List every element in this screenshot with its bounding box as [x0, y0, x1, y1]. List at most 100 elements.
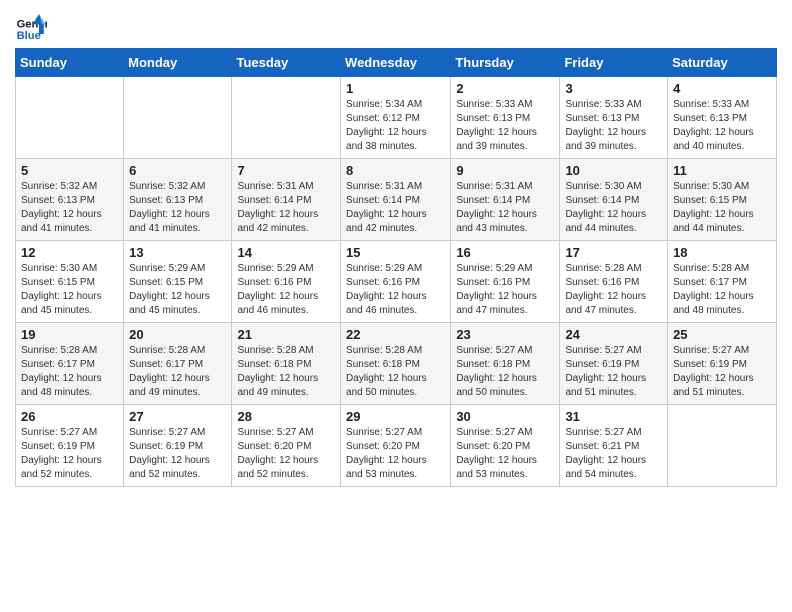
- day-info: Sunrise: 5:30 AM Sunset: 6:15 PM Dayligh…: [673, 180, 771, 236]
- weekday-header-sunday: Sunday: [16, 49, 124, 77]
- calendar-cell: 30Sunrise: 5:27 AM Sunset: 6:20 PM Dayli…: [451, 405, 560, 487]
- calendar-cell: 12Sunrise: 5:30 AM Sunset: 6:15 PM Dayli…: [16, 241, 124, 323]
- day-info: Sunrise: 5:32 AM Sunset: 6:13 PM Dayligh…: [21, 180, 118, 236]
- calendar-cell: [124, 77, 232, 159]
- day-number: 31: [565, 409, 662, 424]
- calendar-week-3: 12Sunrise: 5:30 AM Sunset: 6:15 PM Dayli…: [16, 241, 777, 323]
- day-number: 29: [346, 409, 445, 424]
- day-number: 8: [346, 163, 445, 178]
- calendar-cell: 29 Sunrise: 5:27 AM Sunset: 6:20 PM Dayli…: [341, 405, 451, 487]
- day-info: Sunrise: 5:33 AM Sunset: 6:13 PM Dayligh…: [673, 98, 771, 154]
- day-number: 17: [565, 245, 662, 260]
- day-number: 21: [237, 327, 335, 342]
- weekday-header-wednesday: Wednesday: [341, 49, 451, 77]
- day-info: Sunrise: 5:29 AM Sunset: 6:15 PM Dayligh…: [129, 262, 226, 318]
- day-info: Sunrise: 5:27 AM Sunset: 6:21 PM Dayligh…: [565, 426, 662, 482]
- day-number: 22: [346, 327, 445, 342]
- calendar-cell: 2Sunrise: 5:33 AM Sunset: 6:13 PM Daylig…: [451, 77, 560, 159]
- day-number: 3: [565, 81, 662, 96]
- svg-text:Blue: Blue: [17, 30, 41, 42]
- logo: General Blue: [15, 10, 47, 42]
- day-info: Sunrise: 5:28 AM Sunset: 6:18 PM Dayligh…: [237, 344, 335, 400]
- day-info: Sunrise: 5:31 AM Sunset: 6:14 PM Dayligh…: [456, 180, 554, 236]
- day-info: Sunrise: 5:27 AM Sunset: 6:19 PM Dayligh…: [565, 344, 662, 400]
- calendar-week-4: 19 Sunrise: 5:28 AM Sunset: 6:17 PM Dayli…: [16, 323, 777, 405]
- day-number: 9: [456, 163, 554, 178]
- day-number: 14: [237, 245, 335, 260]
- calendar-cell: 15 Sunrise: 5:29 AM Sunset: 6:16 PM Dayli…: [341, 241, 451, 323]
- calendar-cell: 11Sunrise: 5:30 AM Sunset: 6:15 PM Dayli…: [668, 159, 777, 241]
- calendar-cell: [232, 77, 341, 159]
- day-info: Sunrise: 5:28 AM Sunset: 6:17 PM Dayligh…: [129, 344, 226, 400]
- logo-icon: General Blue: [15, 10, 47, 42]
- calendar-cell: 28 Sunrise: 5:27 AM Sunset: 6:20 PM Dayli…: [232, 405, 341, 487]
- day-number: 5: [21, 163, 118, 178]
- calendar-cell: 17 Sunrise: 5:28 AM Sunset: 6:16 PM Dayli…: [560, 241, 668, 323]
- calendar-cell: 4Sunrise: 5:33 AM Sunset: 6:13 PM Daylig…: [668, 77, 777, 159]
- calendar-cell: 26Sunrise: 5:27 AM Sunset: 6:19 PM Dayli…: [16, 405, 124, 487]
- day-number: 19: [21, 327, 118, 342]
- calendar-cell: [16, 77, 124, 159]
- day-number: 20: [129, 327, 226, 342]
- weekday-header-tuesday: Tuesday: [232, 49, 341, 77]
- calendar-cell: [668, 405, 777, 487]
- calendar-cell: 20 Sunrise: 5:28 AM Sunset: 6:17 PM Dayli…: [124, 323, 232, 405]
- weekday-header-saturday: Saturday: [668, 49, 777, 77]
- calendar-cell: 1Sunrise: 5:34 AM Sunset: 6:12 PM Daylig…: [341, 77, 451, 159]
- day-number: 1: [346, 81, 445, 96]
- day-info: Sunrise: 5:31 AM Sunset: 6:14 PM Dayligh…: [346, 180, 445, 236]
- day-info: Sunrise: 5:27 AM Sunset: 6:20 PM Dayligh…: [346, 426, 445, 482]
- calendar-cell: 27Sunrise: 5:27 AM Sunset: 6:19 PM Dayli…: [124, 405, 232, 487]
- day-info: Sunrise: 5:28 AM Sunset: 6:18 PM Dayligh…: [346, 344, 445, 400]
- day-info: Sunrise: 5:28 AM Sunset: 6:17 PM Dayligh…: [21, 344, 118, 400]
- calendar-cell: 18 Sunrise: 5:28 AM Sunset: 6:17 PM Dayli…: [668, 241, 777, 323]
- day-info: Sunrise: 5:28 AM Sunset: 6:17 PM Dayligh…: [673, 262, 771, 318]
- calendar-cell: 23Sunrise: 5:27 AM Sunset: 6:18 PM Dayli…: [451, 323, 560, 405]
- day-info: Sunrise: 5:29 AM Sunset: 6:16 PM Dayligh…: [346, 262, 445, 318]
- day-number: 6: [129, 163, 226, 178]
- day-info: Sunrise: 5:30 AM Sunset: 6:14 PM Dayligh…: [565, 180, 662, 236]
- day-number: 25: [673, 327, 771, 342]
- calendar-week-1: 1Sunrise: 5:34 AM Sunset: 6:12 PM Daylig…: [16, 77, 777, 159]
- day-info: Sunrise: 5:31 AM Sunset: 6:14 PM Dayligh…: [237, 180, 335, 236]
- day-number: 18: [673, 245, 771, 260]
- day-info: Sunrise: 5:27 AM Sunset: 6:19 PM Dayligh…: [673, 344, 771, 400]
- day-number: 28: [237, 409, 335, 424]
- day-info: Sunrise: 5:27 AM Sunset: 6:18 PM Dayligh…: [456, 344, 554, 400]
- day-number: 15: [346, 245, 445, 260]
- day-info: Sunrise: 5:29 AM Sunset: 6:16 PM Dayligh…: [237, 262, 335, 318]
- calendar-cell: 6 Sunrise: 5:32 AM Sunset: 6:13 PM Daylig…: [124, 159, 232, 241]
- calendar-cell: 7 Sunrise: 5:31 AM Sunset: 6:14 PM Daylig…: [232, 159, 341, 241]
- calendar-week-5: 26Sunrise: 5:27 AM Sunset: 6:19 PM Dayli…: [16, 405, 777, 487]
- calendar-cell: 14 Sunrise: 5:29 AM Sunset: 6:16 PM Dayli…: [232, 241, 341, 323]
- page-header: General Blue: [15, 10, 777, 42]
- day-number: 16: [456, 245, 554, 260]
- calendar-cell: 8 Sunrise: 5:31 AM Sunset: 6:14 PM Daylig…: [341, 159, 451, 241]
- day-number: 30: [456, 409, 554, 424]
- calendar-cell: 31 Sunrise: 5:27 AM Sunset: 6:21 PM Dayli…: [560, 405, 668, 487]
- day-info: Sunrise: 5:28 AM Sunset: 6:16 PM Dayligh…: [565, 262, 662, 318]
- calendar-table: SundayMondayTuesdayWednesdayThursdayFrid…: [15, 48, 777, 487]
- calendar-cell: 24 Sunrise: 5:27 AM Sunset: 6:19 PM Dayli…: [560, 323, 668, 405]
- weekday-header-friday: Friday: [560, 49, 668, 77]
- day-info: Sunrise: 5:27 AM Sunset: 6:20 PM Dayligh…: [237, 426, 335, 482]
- calendar-cell: 5 Sunrise: 5:32 AM Sunset: 6:13 PM Daylig…: [16, 159, 124, 241]
- calendar-week-2: 5 Sunrise: 5:32 AM Sunset: 6:13 PM Daylig…: [16, 159, 777, 241]
- day-info: Sunrise: 5:29 AM Sunset: 6:16 PM Dayligh…: [456, 262, 554, 318]
- day-info: Sunrise: 5:30 AM Sunset: 6:15 PM Dayligh…: [21, 262, 118, 318]
- day-info: Sunrise: 5:33 AM Sunset: 6:13 PM Dayligh…: [565, 98, 662, 154]
- day-info: Sunrise: 5:27 AM Sunset: 6:19 PM Dayligh…: [129, 426, 226, 482]
- day-number: 24: [565, 327, 662, 342]
- day-number: 13: [129, 245, 226, 260]
- day-number: 2: [456, 81, 554, 96]
- day-number: 7: [237, 163, 335, 178]
- weekday-header-thursday: Thursday: [451, 49, 560, 77]
- calendar-cell: 19 Sunrise: 5:28 AM Sunset: 6:17 PM Dayli…: [16, 323, 124, 405]
- calendar-cell: 16 Sunrise: 5:29 AM Sunset: 6:16 PM Dayli…: [451, 241, 560, 323]
- calendar-cell: 22 Sunrise: 5:28 AM Sunset: 6:18 PM Dayli…: [341, 323, 451, 405]
- calendar-cell: 9 Sunrise: 5:31 AM Sunset: 6:14 PM Daylig…: [451, 159, 560, 241]
- day-info: Sunrise: 5:32 AM Sunset: 6:13 PM Dayligh…: [129, 180, 226, 236]
- day-info: Sunrise: 5:27 AM Sunset: 6:19 PM Dayligh…: [21, 426, 118, 482]
- day-number: 10: [565, 163, 662, 178]
- calendar-cell: 25 Sunrise: 5:27 AM Sunset: 6:19 PM Dayli…: [668, 323, 777, 405]
